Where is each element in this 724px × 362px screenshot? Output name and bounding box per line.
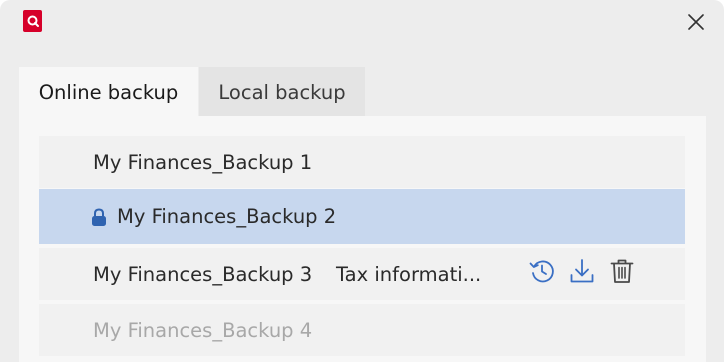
tab-local-backup[interactable]: Local backup [199, 67, 365, 117]
backup-name: My Finances_Backup 1 [93, 150, 313, 174]
app-logo-icon [23, 10, 42, 32]
tab-online-backup[interactable]: Online backup [19, 67, 198, 117]
backup-name: My Finances_Backup 4 [93, 318, 313, 342]
tab-online-backup-label: Online backup [38, 80, 179, 104]
row-actions [527, 256, 637, 286]
close-icon [688, 14, 704, 30]
backup-row-3[interactable]: My Finances_Backup 3 Tax informati... [39, 248, 685, 300]
backup-name: My Finances_Backup 3 [93, 262, 313, 286]
backup-row-2[interactable]: My Finances_Backup 2 [39, 189, 685, 244]
restore-button[interactable] [527, 256, 557, 286]
trash-icon [610, 259, 634, 283]
backup-list: My Finances_Backup 1 My Finances_Backup … [39, 136, 685, 360]
lock-icon [92, 208, 106, 226]
backup-list-panel: My Finances_Backup 1 My Finances_Backup … [19, 116, 706, 362]
title-bar [0, 0, 724, 44]
close-button[interactable] [678, 4, 714, 40]
backup-dialog: Online backup Local backup My Finances_B… [0, 0, 724, 362]
backup-name: My Finances_Backup 2 [117, 205, 337, 228]
restore-icon [529, 260, 554, 283]
backup-row-4: My Finances_Backup 4 [39, 304, 685, 356]
download-button[interactable] [567, 256, 597, 286]
download-icon [570, 259, 594, 283]
tab-local-backup-label: Local backup [218, 80, 346, 104]
backup-row-1[interactable]: My Finances_Backup 1 [39, 136, 685, 188]
backup-description: Tax informati... [336, 262, 482, 286]
delete-button[interactable] [607, 256, 637, 286]
